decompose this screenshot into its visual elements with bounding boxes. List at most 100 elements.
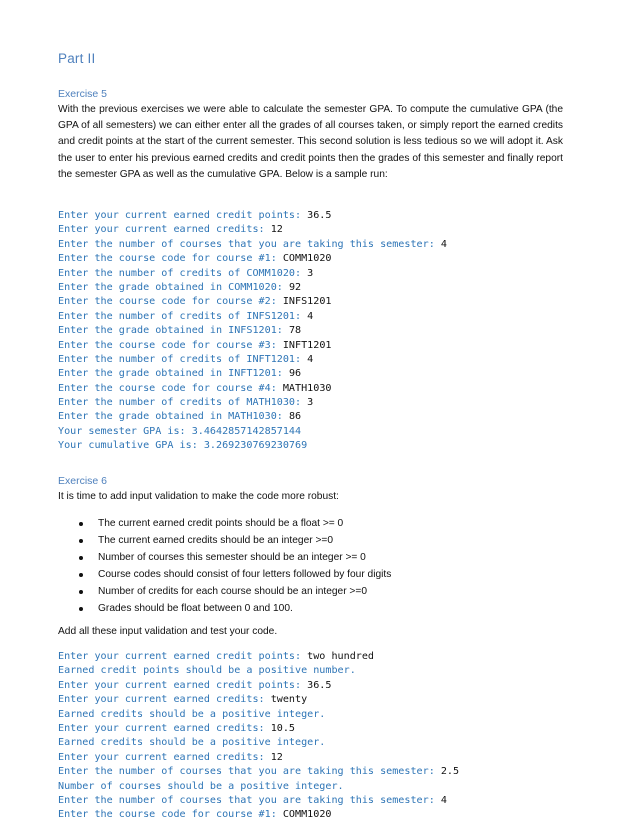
console-prompt: Earned credits should be a positive inte… — [58, 708, 326, 720]
console-user-input: 78 — [288, 325, 302, 337]
console-line: Enter the course code for course #3: INF… — [58, 339, 447, 353]
bullet-icon — [79, 522, 83, 526]
console-user-input: COMM1020 — [282, 253, 332, 265]
console-prompt: Earned credit points should be a positiv… — [58, 665, 356, 677]
console-prompt: Enter the grade obtained in COMM1020: — [58, 281, 289, 293]
console-user-input: MATH1030 — [282, 382, 332, 394]
console-prompt: Enter your current earned credits: — [58, 224, 271, 236]
console-prompt: Enter your current earned credits: — [58, 694, 271, 706]
console-line: Enter the number of courses that you are… — [58, 794, 459, 808]
exercise-6-title: Exercise 6 — [58, 475, 108, 487]
console-prompt: Enter the course code for course #2: — [58, 296, 283, 308]
console-line: Enter the number of courses that you are… — [58, 765, 459, 779]
validation-rules-list: The current earned credit points should … — [58, 515, 391, 617]
console-prompt: Enter the grade obtained in MATH1030: — [58, 411, 289, 423]
console-line: Enter the number of credits of MATH1030:… — [58, 396, 447, 410]
console-prompt: Your semester GPA is: 3.4642857142857144 — [58, 425, 302, 437]
bullet-icon — [79, 607, 83, 611]
console-user-input: COMM1020 — [282, 809, 332, 821]
console-user-input: twenty — [270, 694, 308, 706]
console-user-input: 3 — [307, 267, 314, 279]
console-prompt: Enter the number of courses that you are… — [58, 766, 441, 778]
console-user-input: INFS1201 — [282, 296, 332, 308]
console-line: Your semester GPA is: 3.4642857142857144 — [58, 425, 447, 439]
console-line: Enter your current earned credits: twent… — [58, 693, 459, 707]
console-line: Enter your current earned credits: 12 — [58, 751, 459, 765]
validation-rule-item: Number of credits for each course should… — [58, 583, 391, 600]
document-page: Part II Exercise 5 With the previous exe… — [0, 0, 627, 832]
console-user-input: 3 — [307, 397, 314, 409]
console-prompt: Enter the grade obtained in INFT1201: — [58, 368, 289, 380]
console-prompt: Enter your current earned credit points: — [58, 651, 308, 662]
console-user-input: 2.5 — [440, 766, 460, 778]
console-line: Enter the grade obtained in INFS1201: 78 — [58, 324, 447, 338]
console-user-input: 92 — [288, 281, 302, 293]
console-user-input: 96 — [288, 368, 302, 380]
validation-rule-item: The current earned credits should be an … — [58, 532, 391, 549]
console-prompt: Enter the number of credits of MATH1030: — [58, 397, 308, 409]
validation-rule-item: Grades should be float between 0 and 100… — [58, 600, 391, 617]
console-prompt: Enter the course code for course #1: — [58, 809, 283, 821]
validation-rule-text: Course codes should consist of four lett… — [98, 569, 392, 580]
validation-rule-text: The current earned credit points should … — [98, 518, 344, 529]
console-line: Enter your current earned credit points:… — [58, 679, 459, 693]
console-line: Enter the number of credits of INFS1201:… — [58, 310, 447, 324]
console-prompt: Enter your current earned credit points: — [58, 679, 308, 691]
console-line: Enter your current earned credit points:… — [58, 650, 459, 664]
console-line: Earned credits should be a positive inte… — [58, 708, 459, 722]
console-line: Enter the number of courses that you are… — [58, 238, 447, 252]
console-line: Enter the course code for course #4: MAT… — [58, 382, 447, 396]
console-line: Earned credit points should be a positiv… — [58, 664, 459, 678]
console-prompt: Enter the number of credits of INFT1201: — [58, 353, 308, 365]
console-user-input: 4 — [307, 310, 314, 322]
console-line: Earned credits should be a positive inte… — [58, 736, 459, 750]
console-prompt: Enter the course code for course #4: — [58, 382, 283, 394]
console-prompt: Enter the course code for course #1: — [58, 253, 283, 265]
console-line: Enter your current earned credit points:… — [58, 209, 447, 223]
console-prompt: Your cumulative GPA is: 3.26923076923076… — [58, 440, 308, 452]
validation-rule-text: The current earned credits should be an … — [98, 535, 334, 546]
console-line: Enter the grade obtained in INFT1201: 96 — [58, 367, 447, 381]
console-prompt: Number of courses should be a positive i… — [58, 780, 344, 792]
validation-rule-text: Number of courses this semester should b… — [98, 552, 366, 563]
part-title: Part II — [58, 51, 96, 66]
console-user-input: 4 — [307, 353, 314, 365]
console-prompt: Enter the grade obtained in INFS1201: — [58, 325, 289, 337]
exercise-5-paragraph: With the previous exercises we were able… — [58, 104, 563, 180]
console-line: Enter the number of credits of COMM1020:… — [58, 267, 447, 281]
console-user-input: 36.5 — [307, 679, 332, 691]
console-prompt: Enter your current earned credits: — [58, 722, 271, 734]
console-user-input: INFT1201 — [282, 339, 332, 351]
console-line: Enter your current earned credits: 10.5 — [58, 722, 459, 736]
console-user-input: two hundred — [307, 651, 375, 662]
console-line: Enter the grade obtained in MATH1030: 86 — [58, 410, 447, 424]
console-prompt: Enter the number of credits of COMM1020: — [58, 267, 308, 279]
console-line: Enter the course code for course #1: COM… — [58, 252, 447, 266]
console-line: Enter the course code for course #2: INF… — [58, 295, 447, 309]
console-line: Enter the grade obtained in COMM1020: 92 — [58, 281, 447, 295]
console-user-input: 36.5 — [307, 210, 332, 221]
exercise-6-intro: It is time to add input validation to ma… — [58, 491, 339, 502]
console-line: Your cumulative GPA is: 3.26923076923076… — [58, 439, 447, 453]
validation-rule-text: Grades should be float between 0 and 100… — [98, 603, 293, 614]
exercise-5-sample-run: Enter your current earned credit points:… — [58, 209, 447, 454]
exercise-6-sample-run: Enter your current earned credit points:… — [58, 650, 459, 823]
console-prompt: Enter the number of courses that you are… — [58, 794, 441, 806]
console-user-input: 86 — [288, 411, 302, 423]
validation-rule-item: Number of courses this semester should b… — [58, 549, 391, 566]
console-line: Number of courses should be a positive i… — [58, 780, 459, 794]
console-user-input: 10.5 — [270, 722, 296, 734]
bullet-icon — [79, 590, 83, 594]
console-user-input: 4 — [440, 794, 447, 806]
bullet-icon — [79, 539, 83, 543]
console-line: Enter your current earned credits: 12 — [58, 223, 447, 237]
bullet-icon — [79, 573, 83, 577]
console-user-input: 12 — [270, 751, 283, 763]
console-prompt: Enter your current earned credit points: — [58, 210, 308, 221]
console-user-input: 4 — [440, 238, 447, 250]
validation-rule-item: Course codes should consist of four lett… — [58, 566, 391, 583]
console-prompt: Enter the course code for course #3: — [58, 339, 283, 351]
console-prompt: Enter the number of courses that you are… — [58, 238, 441, 250]
exercise-5-title: Exercise 5 — [58, 88, 108, 100]
bullet-icon — [79, 556, 83, 560]
